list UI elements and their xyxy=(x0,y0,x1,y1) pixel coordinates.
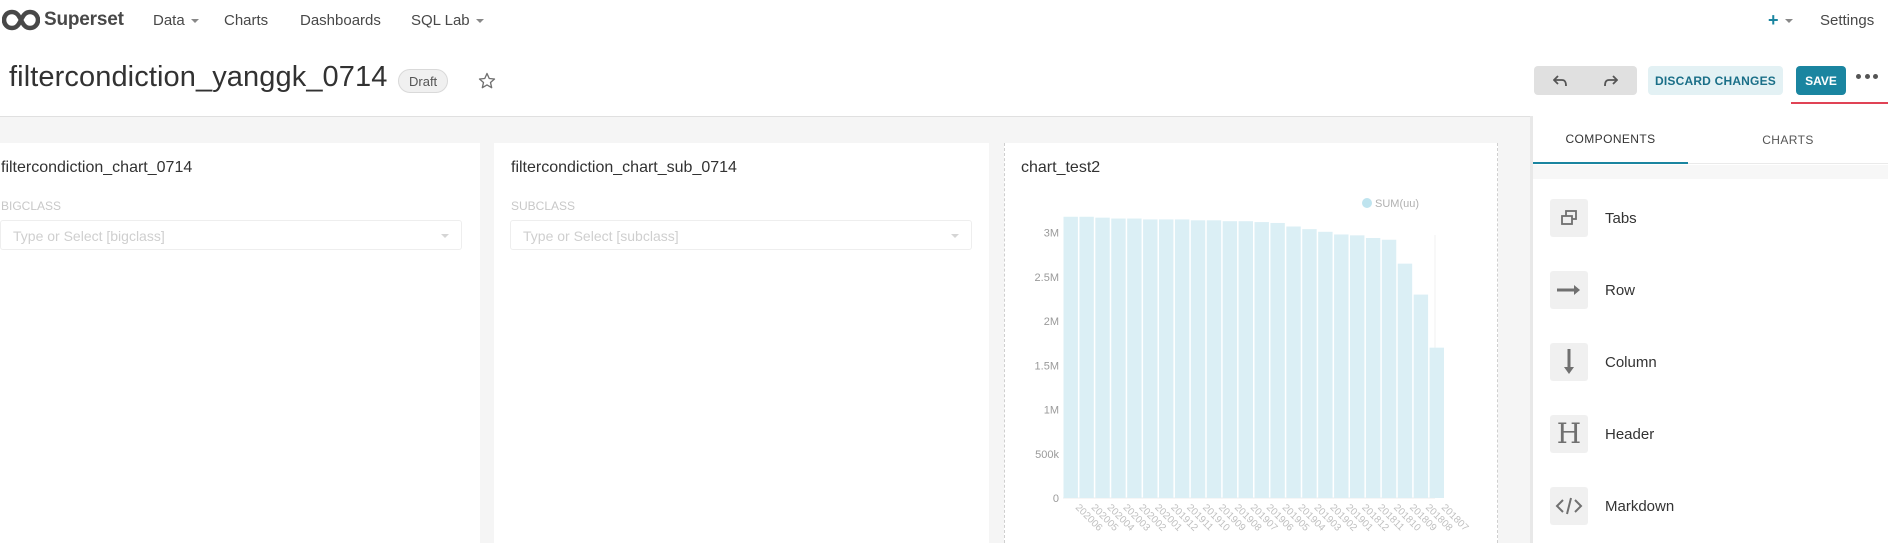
bar xyxy=(1222,221,1238,499)
plus-icon: + xyxy=(1768,10,1779,30)
redo-icon xyxy=(1604,74,1618,86)
bar xyxy=(1111,218,1126,498)
undo-redo-group xyxy=(1534,66,1637,95)
new-item-button[interactable]: + xyxy=(1768,10,1793,31)
y-tick-label: 1.5M xyxy=(1035,360,1059,372)
y-tick-label: 2.5M xyxy=(1035,272,1059,284)
y-tick-label: 0 xyxy=(1053,493,1059,505)
bar xyxy=(1318,231,1333,498)
bar xyxy=(1429,347,1444,498)
bar xyxy=(1079,216,1094,499)
chevron-down-icon xyxy=(441,234,449,238)
builder-side-panel: COMPONENTS CHARTS Tabs Row Column H Head… xyxy=(1530,116,1888,543)
panel-divider xyxy=(1533,165,1888,179)
y-tick-label: 3M xyxy=(1044,228,1059,240)
bar xyxy=(1127,218,1142,498)
bar xyxy=(1334,234,1349,499)
tabs-icon xyxy=(1550,199,1588,237)
component-label: Header xyxy=(1605,425,1655,443)
nav-dashboards-label: Dashboards xyxy=(300,12,381,29)
chevron-down-icon xyxy=(1784,18,1793,23)
dashboard-title[interactable]: filtercondiction_yanggk_0714 xyxy=(9,61,387,94)
undo-icon xyxy=(1553,74,1567,86)
row-arrow-icon xyxy=(1550,271,1588,309)
markdown-code-icon xyxy=(1550,487,1588,525)
bar xyxy=(1350,235,1365,498)
chevron-down-icon xyxy=(190,18,199,23)
bar xyxy=(1143,219,1158,498)
legend-label: SUM(uu) xyxy=(1375,198,1419,210)
subclass-filter-select[interactable]: Type or Select [subclass] xyxy=(510,220,972,250)
bar xyxy=(1174,219,1190,498)
filter-label: SUBCLASS xyxy=(511,199,576,213)
chart-card-filter-subclass[interactable]: filtercondiction_chart_sub_0714 SUBCLASS… xyxy=(494,143,989,543)
bar xyxy=(1381,239,1397,498)
bar xyxy=(1397,263,1413,498)
bar xyxy=(1190,220,1206,498)
settings-menu[interactable]: Settings xyxy=(1820,12,1874,29)
superset-logo[interactable]: Superset xyxy=(2,6,124,34)
component-header[interactable]: H Header xyxy=(1550,414,1870,454)
component-label: Markdown xyxy=(1605,497,1675,515)
y-tick-label: 2M xyxy=(1044,316,1059,328)
chart-card-bar[interactable]: chart_test2 0 500k 1M 1.5M 2M 2.5M 3M 202006 202… xyxy=(1004,143,1498,543)
chevron-down-icon xyxy=(475,18,484,23)
bar xyxy=(1254,222,1269,498)
nav-charts-label: Charts xyxy=(224,12,269,29)
chart-card-filter-bigclass[interactable]: filtercondiction_chart_0714 BIGCLASS Typ… xyxy=(0,143,480,543)
filter-placeholder: Type or Select [subclass] xyxy=(523,228,679,244)
component-tabs[interactable]: Tabs xyxy=(1550,198,1870,238)
nav-data[interactable]: Data xyxy=(153,12,199,29)
component-column[interactable]: Column xyxy=(1550,342,1870,382)
bar-chart: 0500k1M1.5M2M2.5M3M202006202005202004202… xyxy=(1035,198,1471,534)
save-button[interactable]: SAVE xyxy=(1796,66,1846,95)
discard-changes-button[interactable]: DISCARD CHANGES xyxy=(1648,66,1783,95)
bar xyxy=(1286,226,1301,498)
bar xyxy=(1063,216,1078,499)
draft-badge[interactable]: Draft xyxy=(398,69,449,93)
filter-label: BIGCLASS xyxy=(1,199,62,213)
more-icon[interactable] xyxy=(1856,74,1878,82)
nav-sql-lab[interactable]: SQL Lab xyxy=(411,12,484,29)
brand-name: Superset xyxy=(44,9,124,30)
bar xyxy=(1206,220,1222,498)
filter-placeholder: Type or Select [bigclass] xyxy=(13,228,165,244)
redo-button[interactable] xyxy=(1591,66,1631,95)
save-indicator-underline xyxy=(1791,102,1888,104)
nav-dashboards[interactable]: Dashboards xyxy=(300,12,381,29)
component-label: Column xyxy=(1605,353,1657,371)
star-icon[interactable] xyxy=(477,71,497,91)
nav-data-label: Data xyxy=(153,12,185,29)
legend-marker xyxy=(1362,198,1372,208)
bar xyxy=(1365,237,1381,498)
chevron-down-icon xyxy=(951,234,959,238)
column-arrow-icon xyxy=(1550,343,1588,381)
tab-charts[interactable]: CHARTS xyxy=(1688,116,1888,164)
header-icon: H xyxy=(1550,415,1588,453)
chart-title: filtercondiction_chart_sub_0714 xyxy=(511,159,737,176)
y-tick-label: 1M xyxy=(1044,405,1059,417)
chart-title: filtercondiction_chart_0714 xyxy=(1,159,193,176)
superset-logo-icon xyxy=(2,9,40,31)
nav-charts[interactable]: Charts xyxy=(224,12,268,29)
y-tick-label: 500k xyxy=(1035,449,1059,461)
component-markdown[interactable]: Markdown xyxy=(1550,486,1870,526)
bar xyxy=(1238,221,1253,499)
component-row[interactable]: Row xyxy=(1550,270,1870,310)
top-navbar: Superset Data Charts Dashboards SQL Lab … xyxy=(0,0,1888,40)
bar xyxy=(1270,222,1285,498)
bar xyxy=(1159,219,1174,498)
tab-components[interactable]: COMPONENTS xyxy=(1533,116,1688,164)
bar xyxy=(1413,294,1429,498)
nav-sql-lab-label: SQL Lab xyxy=(411,12,470,29)
bar xyxy=(1302,229,1317,498)
bar xyxy=(1095,217,1110,498)
undo-button[interactable] xyxy=(1540,66,1580,95)
component-label: Tabs xyxy=(1605,209,1637,227)
bigclass-filter-select[interactable]: Type or Select [bigclass] xyxy=(0,220,462,250)
component-label: Row xyxy=(1605,281,1636,299)
